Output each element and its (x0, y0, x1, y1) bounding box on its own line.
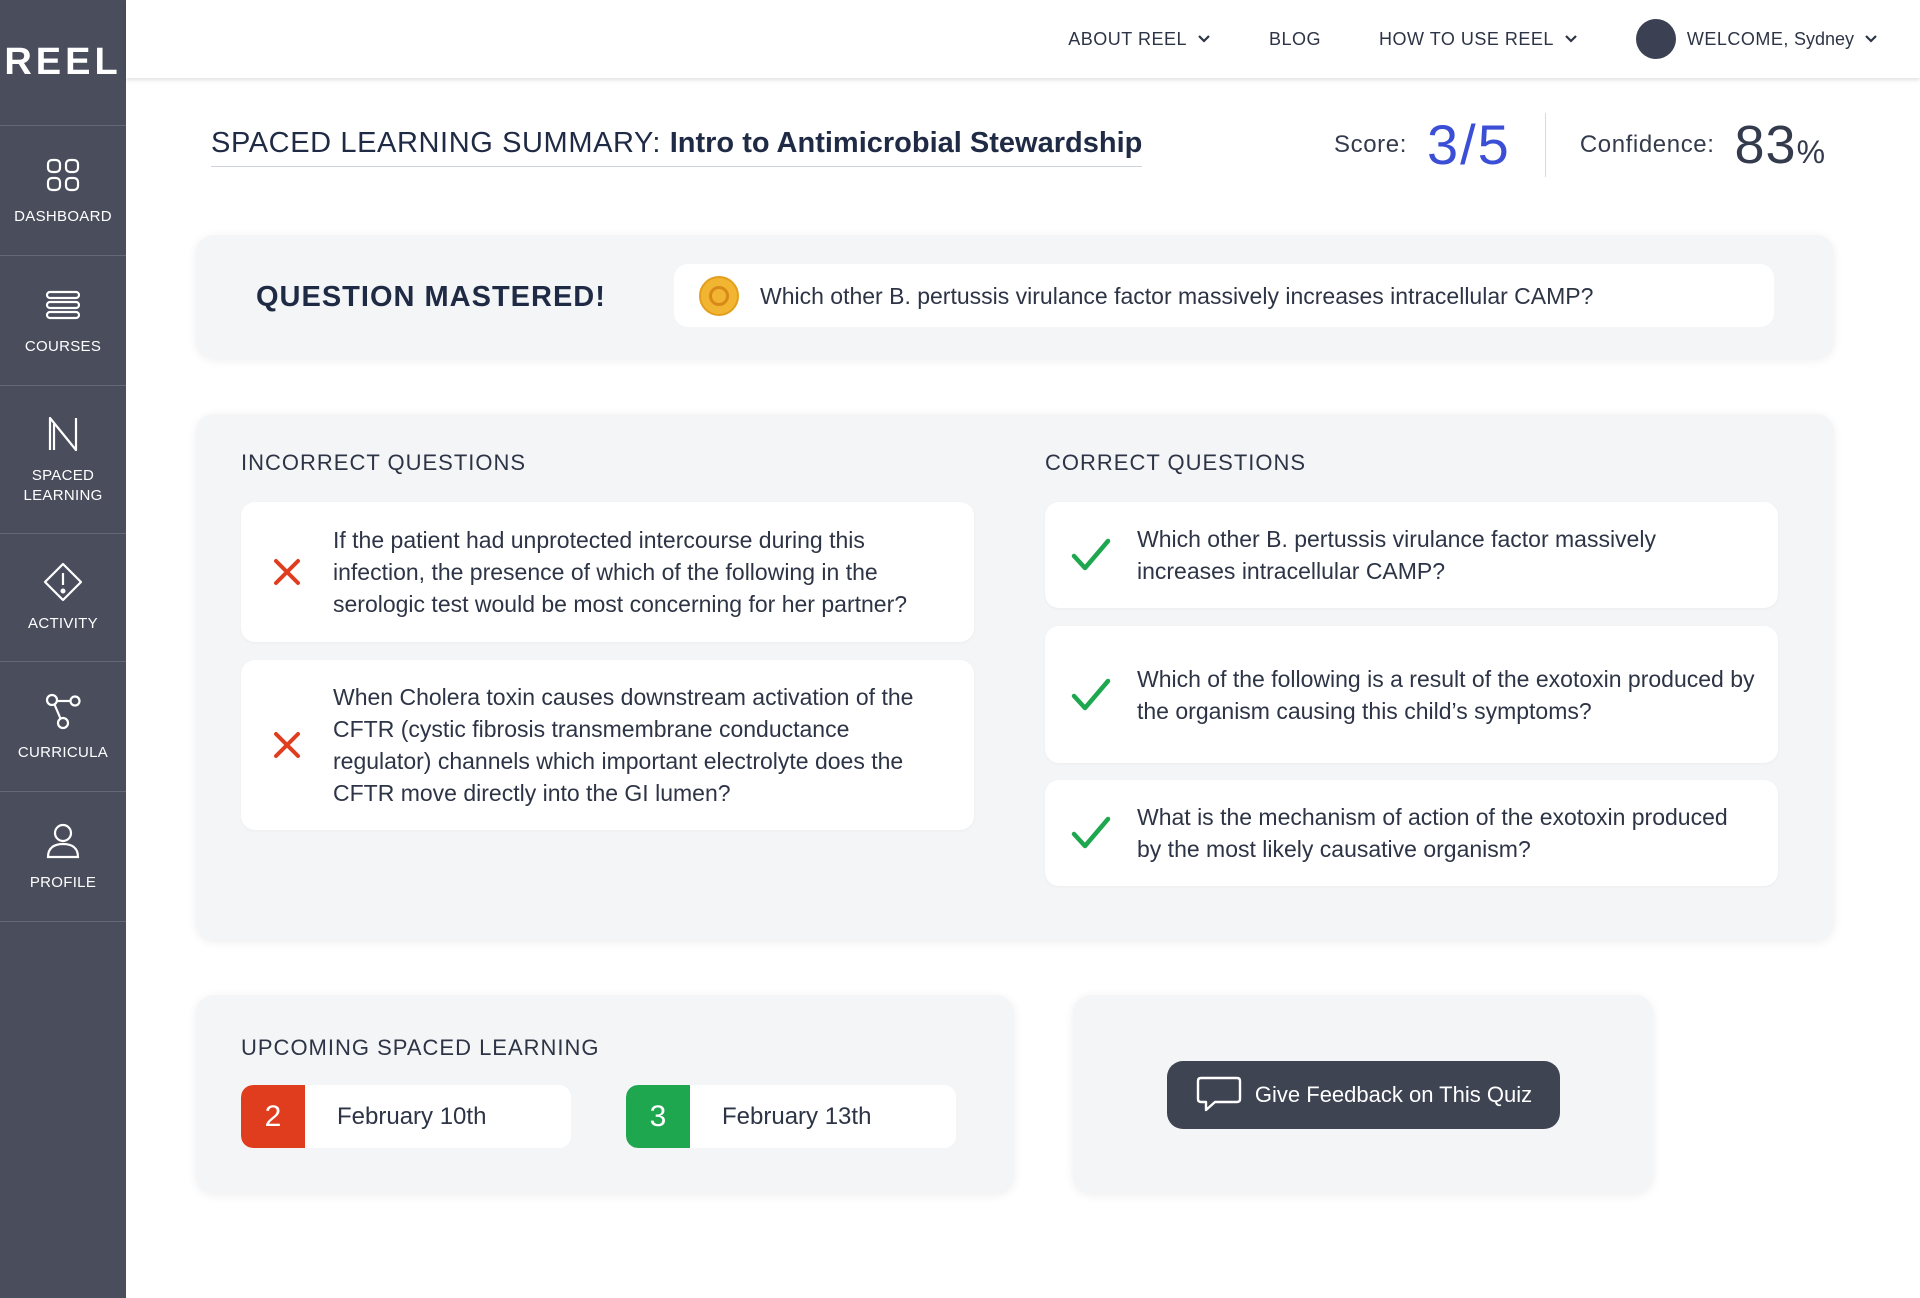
incorrect-question-item[interactable]: When Cholera toxin causes downstream act… (241, 660, 974, 830)
sidebar-item-label: PROFILE (29, 873, 97, 891)
course-name: Intro to Antimicrobial Stewardship (669, 127, 1143, 159)
about-reel-menu[interactable]: ABOUT REEL (1068, 29, 1211, 50)
person-icon (46, 823, 80, 858)
question-text: Which other B. pertussis virulance facto… (1137, 526, 1656, 584)
avatar (1635, 19, 1676, 59)
mastered-question-text: Which other B. pertussis virulance facto… (760, 282, 1594, 309)
about-reel-label: ABOUT REEL (1068, 28, 1188, 49)
session-number-badge: 2 (241, 1085, 305, 1148)
check-icon (1045, 538, 1137, 572)
reel-logo[interactable]: REEL (0, 0, 126, 126)
sidebar-item-spaced-learning[interactable]: SPACED LEARNING (0, 386, 126, 534)
correct-question-item[interactable]: What is the mechanism of action of the e… (1045, 780, 1778, 886)
how-to-use-menu[interactable]: HOW TO USE REEL (1379, 29, 1578, 50)
chevron-down-icon (1865, 35, 1877, 43)
upcoming-session[interactable]: 3 February 13th (626, 1085, 956, 1148)
score-summary: Score: 3/5 Confidence: 83% (1334, 112, 1826, 177)
upcoming-title: UPCOMING SPACED LEARNING (241, 1035, 600, 1060)
nodes-icon (45, 693, 81, 729)
sidebar-item-courses[interactable]: COURSES (0, 256, 126, 386)
question-text: When Cholera toxin causes downstream act… (333, 684, 914, 806)
incorrect-x-icon (241, 730, 333, 760)
score-label: Score: (1334, 130, 1407, 158)
question-text: Which of the following is a result of th… (1137, 665, 1755, 724)
summary-prefix: SPACED LEARNING SUMMARY: (211, 127, 662, 159)
sidebar-item-profile[interactable]: PROFILE (0, 792, 126, 922)
incorrect-x-icon (241, 557, 333, 587)
welcome-text: WELCOME, Sydney (1686, 28, 1854, 49)
sidebar-item-curricula[interactable]: CURRICULA (0, 662, 126, 792)
check-icon (1045, 678, 1137, 712)
session-date: February 10th (337, 1102, 487, 1130)
upcoming-session[interactable]: 2 February 10th (241, 1085, 571, 1148)
questions-card: INCORRECT QUESTIONS CORRECT QUESTIONS If… (196, 414, 1834, 940)
question-text: If the patient had unprotected intercour… (333, 527, 908, 617)
page-title: SPACED LEARNING SUMMARY: Intro to Antimi… (211, 127, 1143, 167)
feedback-label: Give Feedback on This Quiz (1254, 1082, 1533, 1107)
score-value: 3/5 (1426, 113, 1511, 176)
chat-bubble-icon (1196, 1076, 1242, 1112)
mastered-question[interactable]: Which other B. pertussis virulance facto… (674, 264, 1774, 327)
session-number-badge: 3 (626, 1085, 690, 1148)
sidebar-item-label: COURSES (24, 337, 102, 355)
question-text: What is the mechanism of action of the e… (1137, 804, 1728, 862)
sidebar: REEL DASHBOARD COURSES SPACED LEARNING A… (0, 0, 126, 1298)
correct-question-item[interactable]: Which other B. pertussis virulance facto… (1045, 502, 1778, 608)
coin-icon (699, 275, 739, 316)
user-menu[interactable]: WELCOME, Sydney (1635, 19, 1878, 59)
session-date: February 13th (722, 1102, 872, 1130)
sidebar-item-label: DASHBOARD (14, 207, 112, 225)
list-icon (45, 290, 81, 319)
how-to-use-label: HOW TO USE REEL (1379, 28, 1554, 49)
sidebar-item-label: CURRICULA (17, 743, 109, 761)
sidebar-item-dashboard[interactable]: DASHBOARD (0, 126, 126, 256)
alert-diamond-icon (43, 562, 83, 601)
chevron-down-icon (1565, 35, 1577, 43)
incorrect-question-item[interactable]: If the patient had unprotected intercour… (241, 502, 974, 642)
correct-questions-title: CORRECT QUESTIONS (1045, 450, 1307, 475)
question-mastered-card: QUESTION MASTERED! Which other B. pertus… (196, 235, 1834, 358)
divider (1544, 112, 1546, 177)
sidebar-item-label: ACTIVITY (28, 614, 98, 632)
confidence-value: 83% (1734, 114, 1827, 175)
upcoming-spaced-learning-card: UPCOMING SPACED LEARNING 2 February 10th… (196, 995, 1014, 1193)
sidebar-item-label: SPACED LEARNING (23, 466, 103, 504)
blog-link[interactable]: BLOG (1269, 29, 1321, 50)
check-icon (1045, 816, 1137, 850)
give-feedback-button[interactable]: Give Feedback on This Quiz (1167, 1061, 1560, 1129)
chevron-down-icon (1198, 35, 1210, 43)
feedback-card: Give Feedback on This Quiz (1073, 995, 1653, 1193)
incorrect-questions-title: INCORRECT QUESTIONS (241, 450, 527, 475)
confidence-label: Confidence: (1579, 130, 1715, 158)
top-navigation: ABOUT REEL BLOG HOW TO USE REEL WELCOME,… (126, 0, 1920, 78)
mastered-title: QUESTION MASTERED! (256, 281, 606, 313)
correct-question-item[interactable]: Which of the following is a result of th… (1045, 626, 1778, 763)
spaced-learning-icon (48, 416, 78, 451)
sidebar-item-activity[interactable]: ACTIVITY (0, 534, 126, 662)
grid-icon (46, 158, 80, 191)
